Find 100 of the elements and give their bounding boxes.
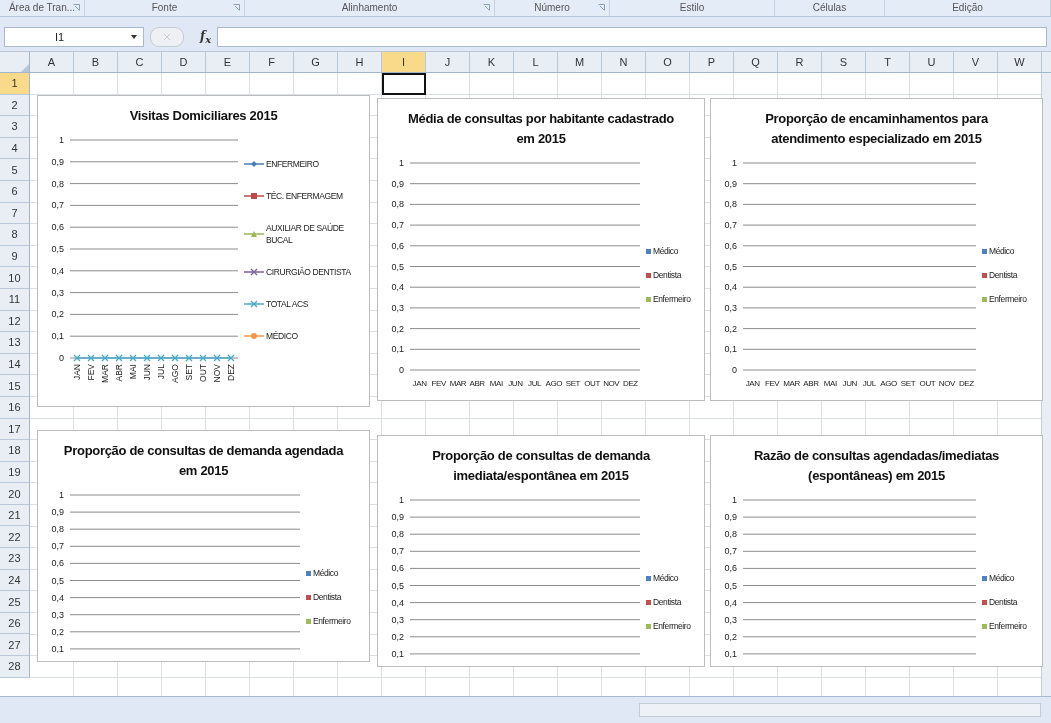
tick-label: 0,3: [724, 614, 737, 625]
legend-label: Enfermeiro: [653, 293, 691, 305]
tick-label: 0,9: [391, 512, 404, 523]
row-header[interactable]: 7: [0, 202, 30, 225]
category-label: AGO: [880, 379, 897, 388]
tick-label: 0,1: [51, 331, 64, 342]
tick-label: 0,3: [391, 302, 404, 313]
tick-label: 0,5: [391, 261, 404, 272]
category-label: OUT: [198, 364, 208, 382]
category-label: MAI: [489, 379, 503, 388]
category-label: FEV: [86, 364, 96, 381]
category-label: JUN: [142, 364, 152, 381]
category-label: JUN: [842, 379, 857, 388]
tick-label: 0,2: [51, 309, 64, 320]
formula-buttons[interactable]: [150, 27, 184, 47]
category-label: ABR: [114, 364, 124, 382]
row-header[interactable]: 28: [0, 656, 30, 678]
tick-label: 0,7: [391, 220, 404, 231]
tick-label: 0,8: [391, 529, 404, 540]
row-header[interactable]: 26: [0, 612, 30, 635]
row-header[interactable]: 12: [0, 310, 30, 333]
legend-label: Enfermeiro: [989, 293, 1027, 305]
tick-label: 0,3: [391, 614, 404, 625]
row-header[interactable]: 25: [0, 591, 30, 613]
row-header[interactable]: 2: [0, 94, 30, 117]
category-label: FEV: [431, 379, 446, 388]
row-header[interactable]: 3: [0, 116, 30, 138]
ribbon-group-label: Área de Tran...: [8, 2, 76, 14]
ribbon-group-label: Células: [812, 2, 847, 14]
row-header[interactable]: 20: [0, 483, 30, 505]
category-label: SET: [565, 379, 581, 388]
category-label: JUL: [528, 379, 542, 388]
tick-label: 0,1: [391, 344, 404, 355]
row-header[interactable]: 6: [0, 180, 30, 203]
row-header[interactable]: 27: [0, 634, 30, 657]
dialog-launcher-icon[interactable]: [233, 4, 240, 11]
row-header[interactable]: 17: [0, 418, 30, 441]
category-label: MAI: [823, 379, 837, 388]
legend-label: Dentista: [989, 596, 1017, 608]
row-header[interactable]: 18: [0, 440, 30, 462]
legend-line-icon: [244, 230, 264, 238]
horizontal-scrollbar[interactable]: [639, 703, 1041, 717]
row-header[interactable]: 16: [0, 396, 30, 419]
legend-label: Enfermeiro: [989, 620, 1027, 632]
category-label: DEZ: [226, 364, 236, 381]
formula-input[interactable]: [217, 27, 1047, 47]
row-header[interactable]: 9: [0, 245, 30, 268]
ribbon-group-label: Número: [534, 2, 570, 14]
row-header[interactable]: 21: [0, 504, 30, 527]
row-header[interactable]: 8: [0, 224, 30, 246]
category-label: JAN: [72, 364, 82, 381]
dialog-launcher-icon[interactable]: [598, 4, 605, 11]
caret-icon[interactable]: [131, 35, 137, 39]
legend-label: CIRURGIÃO DENTISTA: [266, 266, 351, 278]
column-header[interactable]: I: [382, 52, 426, 72]
legend-label: Médico: [313, 567, 338, 579]
active-cell[interactable]: [381, 73, 426, 95]
dialog-launcher-icon[interactable]: [73, 4, 80, 11]
legend-label: Enfermeiro: [313, 615, 351, 627]
row-header[interactable]: 4: [0, 137, 30, 160]
tick-label: 0,3: [724, 302, 737, 313]
legend-label: TOTAL ACS: [266, 298, 309, 310]
tick-label: 0,1: [724, 648, 737, 658]
category-label: JUL: [862, 379, 876, 388]
tick-label: 1: [59, 490, 64, 500]
tick-label: 1: [399, 158, 404, 168]
row-header[interactable]: 22: [0, 526, 30, 549]
legend-label: Enfermeiro: [653, 620, 691, 632]
tick-label: 0,6: [391, 563, 404, 574]
tick-label: 0,6: [51, 222, 64, 233]
row-header[interactable]: 5: [0, 159, 30, 181]
row-header[interactable]: 11: [0, 288, 30, 311]
tick-label: 0: [732, 365, 737, 375]
row-header[interactable]: 19: [0, 461, 30, 484]
category-label: NOV: [212, 364, 222, 383]
row-header[interactable]: 23: [0, 548, 30, 570]
legend-line-icon: [244, 268, 264, 276]
insert-function-button[interactable]: f$_{x}$: [200, 28, 212, 46]
legend-line-icon: [244, 192, 264, 200]
row-header[interactable]: 14: [0, 353, 30, 376]
tick-label: 0,4: [724, 282, 737, 293]
category-label: MAR: [100, 364, 110, 383]
legend-label: TÉC. ENFERMAGEM: [266, 190, 343, 202]
row-header[interactable]: 24: [0, 569, 30, 592]
tick-label: 1: [732, 495, 737, 505]
category-label: NOV: [603, 379, 620, 388]
chart-title: Proporção de consultas de demanda agendada em 2015: [62, 442, 345, 480]
row-header[interactable]: 1: [0, 73, 30, 95]
name-box[interactable]: I1: [4, 27, 144, 47]
row-header[interactable]: 13: [0, 332, 30, 354]
category-label: DEZ: [623, 379, 638, 388]
dialog-launcher-icon[interactable]: [483, 4, 490, 11]
category-label: ABR: [469, 379, 485, 388]
row-header[interactable]: 10: [0, 267, 30, 289]
tick-label: 0,8: [51, 524, 64, 535]
tick-label: 0,5: [51, 575, 64, 586]
tick-label: 0,4: [391, 597, 404, 608]
chart-title: Média de consultas por habitante cadastrado em 2015: [407, 110, 675, 148]
category-label: MAI: [128, 364, 138, 380]
row-header[interactable]: 15: [0, 375, 30, 397]
